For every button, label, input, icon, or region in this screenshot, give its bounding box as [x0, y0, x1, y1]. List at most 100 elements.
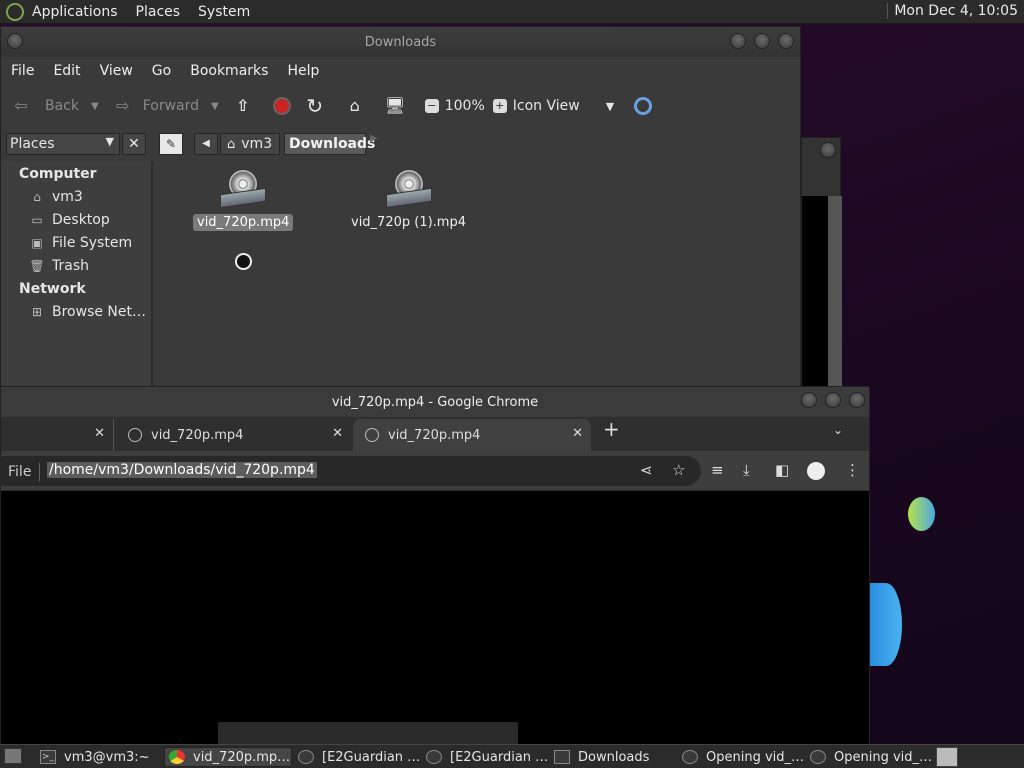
site-info-label[interactable]: File [8, 464, 31, 480]
close-button[interactable] [849, 392, 865, 408]
reading-list-icon[interactable]: ≡ [711, 461, 724, 479]
kebab-menu-icon[interactable]: ⋮ [845, 461, 860, 479]
arrow-up-icon: ⇧ [236, 96, 250, 115]
close-sidebar-button[interactable]: ✕ [122, 133, 146, 155]
view-mode-select[interactable]: Icon View ▼ [513, 98, 614, 114]
download-icon[interactable]: ⤓ [743, 461, 750, 479]
breadcrumb-scroll-left[interactable]: ◀ [194, 133, 218, 155]
taskbar-item-e2guardian-1[interactable]: [E2Guardian … [294, 747, 422, 767]
close-icon[interactable]: ✕ [332, 426, 343, 441]
minimize-button[interactable] [801, 392, 817, 408]
triangle-left-icon: ◀ [202, 138, 210, 149]
toggle-location-entry-button[interactable]: ✎ [159, 133, 183, 155]
search-icon [634, 97, 653, 115]
close-icon[interactable]: ✕ [94, 426, 105, 441]
menu-view[interactable]: View [100, 63, 133, 79]
menu-edit[interactable]: Edit [53, 63, 80, 79]
window-title: Downloads [364, 34, 437, 50]
menu-bookmarks[interactable]: Bookmarks [190, 63, 268, 79]
chrome-titlebar[interactable]: vid_720p.mp4 - Google Chrome [1, 387, 869, 417]
close-icon[interactable]: ✕ [572, 426, 583, 441]
sidebar-item-file-system[interactable]: ▣ File System [29, 235, 132, 251]
taskbar-item-e2guardian-2[interactable]: [E2Guardian … [422, 747, 550, 767]
breadcrumb-downloads[interactable]: Downloads [284, 133, 375, 155]
sidebar-item-browse-network[interactable]: ⊞ Browse Net… [29, 304, 146, 320]
show-desktop-button[interactable] [4, 748, 22, 764]
zoom-in-button[interactable]: + [492, 99, 507, 113]
menu-help[interactable]: Help [287, 63, 319, 79]
video-content-area[interactable] [1, 491, 869, 745]
clock[interactable]: Mon Dec 4, 10:05 [887, 3, 1018, 19]
reload-button[interactable]: ↻ [305, 96, 331, 116]
maximize-button[interactable] [754, 33, 770, 49]
file-item-vid-720p-1[interactable]: vid_720p (1).mp4 [347, 169, 470, 230]
home-folder-icon: ⌂ [33, 190, 41, 204]
window-menu-button[interactable] [7, 33, 23, 49]
sidebar-item-desktop[interactable]: ▭ Desktop [29, 212, 109, 228]
arrow-right-icon: ⇨ [116, 96, 130, 115]
up-button[interactable]: ⇧ [233, 96, 259, 116]
file-icon-view[interactable]: vid_720p.mp4 vid_720p (1).mp4 [155, 161, 800, 387]
share-icon[interactable]: ⋖ [640, 461, 653, 479]
taskbar-item-chrome[interactable]: vid_720p.mp… [164, 747, 292, 767]
profile-avatar-icon[interactable] [807, 462, 825, 480]
menu-file[interactable]: File [11, 63, 34, 79]
new-tab-button[interactable]: + [603, 417, 620, 441]
sidebar-item-vm3[interactable]: ⌂ vm3 [29, 189, 83, 205]
minimize-button[interactable] [730, 33, 746, 49]
sidebar-mode-select[interactable]: Places ▼ [6, 133, 120, 155]
desktop-decoration-ball [908, 497, 935, 531]
applications-menu[interactable]: Applications [32, 4, 118, 20]
trash-icon: 🗑 [29, 259, 45, 273]
search-button[interactable] [634, 97, 653, 115]
tab-1[interactable]: ✕ [1, 419, 113, 451]
workspace-switcher[interactable] [936, 747, 958, 767]
file-item-vid-720p[interactable]: vid_720p.mp4 [193, 169, 294, 231]
video-file-icon [385, 169, 432, 211]
stop-button[interactable] [272, 97, 291, 115]
desktop-folder-icon: ▭ [31, 213, 43, 227]
taskbar-item-terminal[interactable]: >_ vm3@vm3:~ [36, 747, 164, 767]
computer-button[interactable]: 🖥 [385, 96, 411, 116]
taskbar-item-opening-2[interactable]: Opening vid_… [806, 747, 934, 767]
tab-2[interactable]: vid_720p.mp4 ✕ [113, 419, 351, 451]
terminal-icon: >_ [40, 750, 56, 764]
gnome-logo-icon[interactable] [6, 2, 24, 21]
side-panel-icon[interactable]: ◧ [775, 461, 789, 479]
back-button[interactable]: ⇦ Back ▼ [11, 96, 99, 116]
drive-icon: ▣ [31, 236, 43, 250]
system-menu[interactable]: System [198, 4, 250, 20]
taskbar-item-downloads[interactable]: Downloads [550, 747, 678, 767]
reload-icon: ↻ [306, 94, 324, 118]
home-folder-icon: ⌂ [227, 136, 236, 152]
zoom-out-button[interactable]: − [424, 99, 439, 113]
places-menu[interactable]: Places [136, 4, 181, 20]
file-manager-titlebar[interactable]: Downloads [1, 27, 800, 57]
background-window-scrollbar[interactable] [828, 196, 842, 388]
close-button[interactable] [778, 33, 794, 49]
tab-3-active[interactable]: vid_720p.mp4 ✕ [353, 419, 591, 451]
chevron-down-icon[interactable]: ▼ [211, 101, 219, 112]
url-text[interactable]: /home/vm3/Downloads/vid_720p.mp4 [47, 462, 317, 478]
forward-button[interactable]: ⇨ Forward ▼ [113, 96, 219, 116]
film-icon [810, 750, 826, 764]
tab-search-button[interactable]: ⌄ [833, 423, 843, 437]
separator [39, 463, 40, 481]
maximize-button[interactable] [825, 392, 841, 408]
star-icon[interactable]: ☆ [672, 461, 685, 479]
home-button[interactable]: ⌂ [345, 96, 371, 116]
network-icon: ⊞ [31, 305, 43, 319]
chevron-down-icon[interactable]: ▼ [91, 101, 99, 112]
window-title: vid_720p.mp4 - Google Chrome [331, 394, 539, 410]
sidebar-item-trash[interactable]: 🗑 Trash [29, 258, 89, 274]
window-close-button[interactable] [820, 142, 836, 158]
background-window[interactable] [801, 137, 842, 388]
film-icon [682, 750, 698, 764]
menu-go[interactable]: Go [152, 63, 171, 79]
location-bar: Places ▼ ✕ ✎ ◀ ⌂ vm3 Downloads ▶ [1, 127, 800, 161]
background-window-content [802, 196, 828, 388]
breadcrumb-home[interactable]: ⌂ vm3 [220, 133, 280, 155]
horizontal-scrollbar[interactable] [218, 722, 518, 744]
breadcrumb-scroll-right[interactable]: ▶ [370, 133, 378, 144]
taskbar-item-opening-1[interactable]: Opening vid_… [678, 747, 806, 767]
